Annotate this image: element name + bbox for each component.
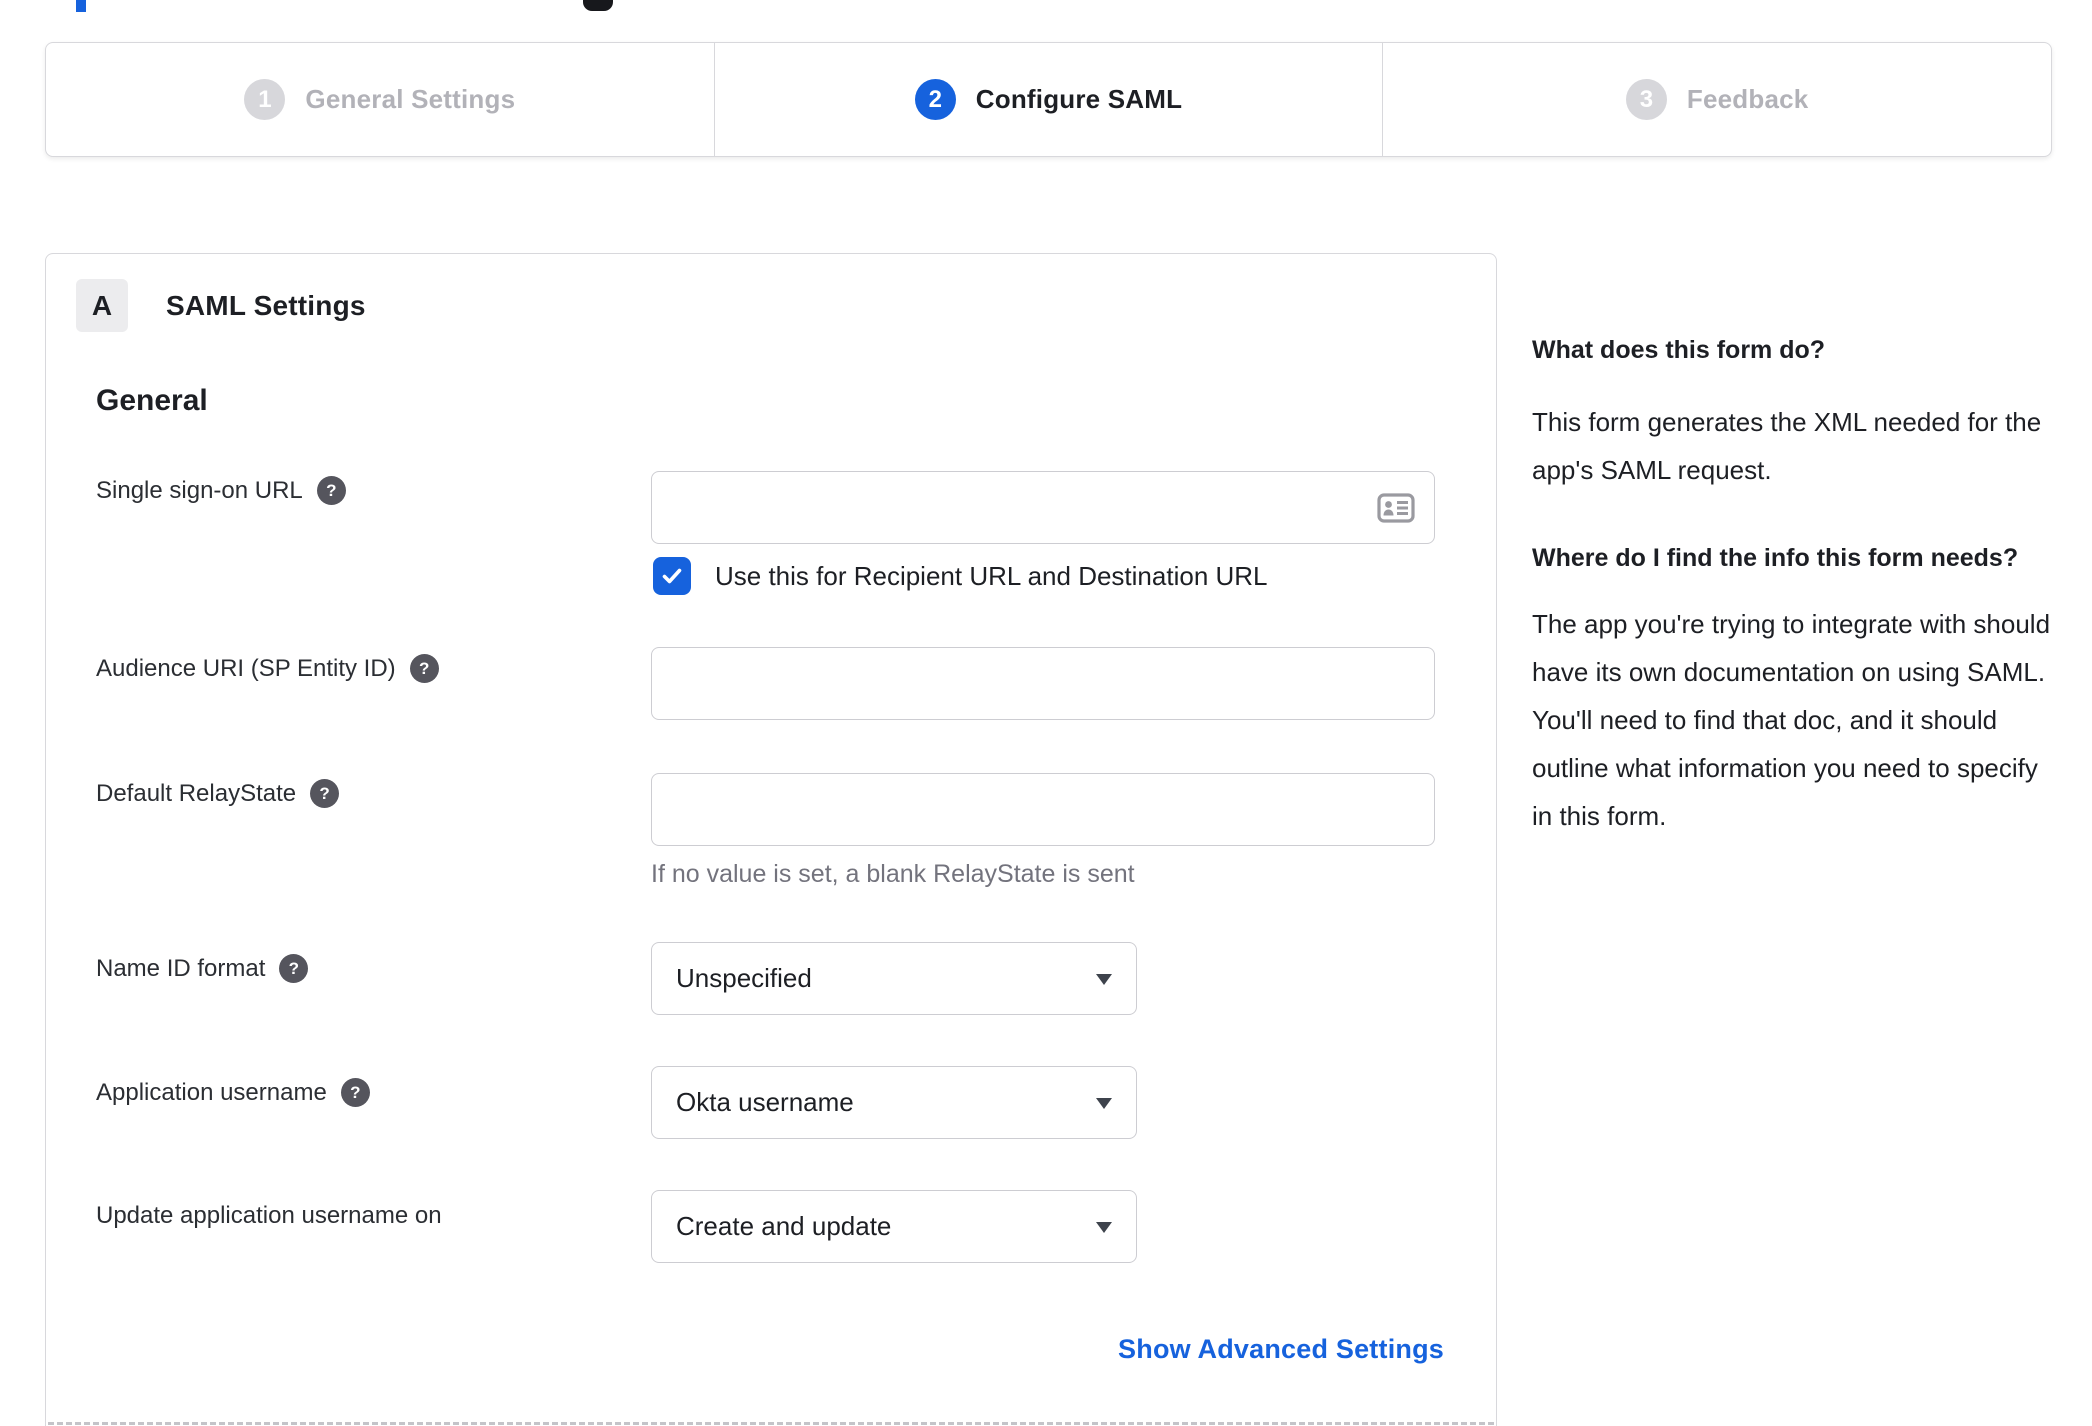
chevron-down-icon [1096, 974, 1112, 985]
name-id-format-select[interactable]: Unspecified [651, 942, 1137, 1015]
sidebar-heading-what: What does this form do? [1532, 336, 1826, 364]
single-sign-on-url-input[interactable] [651, 471, 1435, 544]
field-label-text: Default RelayState [96, 779, 297, 807]
chevron-down-icon [1096, 1222, 1112, 1233]
step-feedback: 3 Feedback [1383, 43, 2051, 156]
wizard-stepper: 1 General Settings 2 Configure SAML 3 Fe… [45, 42, 2052, 157]
field-label-text: Application username [96, 1078, 327, 1106]
step-3-label: Feedback [1686, 84, 1809, 114]
section-a-badge: A [76, 279, 128, 332]
help-icon[interactable]: ? [340, 1078, 370, 1107]
update-application-username-select[interactable]: Create and update [651, 1190, 1137, 1263]
recipient-url-checkbox-row: Use this for Recipient URL and Destinati… [653, 557, 1268, 595]
application-username-select[interactable]: Okta username [651, 1066, 1137, 1139]
general-section-heading: General [96, 384, 208, 417]
help-sidebar: What does this form do? This form genera… [1532, 330, 2060, 882]
relaystate-hint: If no value is set, a blank RelayState i… [651, 860, 1135, 888]
name-id-format-label: Name ID format ? [96, 954, 309, 983]
saml-settings-panel: A SAML Settings General Single sign-on U… [45, 253, 1497, 1426]
help-icon[interactable]: ? [316, 476, 346, 505]
saml-setup-page: 1 General Settings 2 Configure SAML 3 Fe… [0, 0, 2092, 1426]
step-3-number: 3 [1625, 79, 1667, 120]
single-sign-on-url-label: Single sign-on URL ? [96, 476, 346, 505]
select-value: Create and update [676, 1211, 892, 1241]
check-icon [662, 568, 682, 584]
step-configure-saml: 2 Configure SAML [715, 43, 1384, 156]
show-advanced-settings-link[interactable]: Show Advanced Settings [1118, 1334, 1444, 1365]
step-2-label: Configure SAML [975, 84, 1183, 114]
field-label-text: Audience URI (SP Entity ID) [96, 654, 396, 682]
step-1-number: 1 [244, 79, 286, 120]
chevron-down-icon [1096, 1098, 1112, 1109]
single-sign-on-url-field [651, 471, 1435, 544]
panel-title: SAML Settings [166, 290, 366, 321]
step-general-settings: 1 General Settings [46, 43, 715, 156]
default-relaystate-input[interactable] [651, 773, 1435, 846]
select-value: Unspecified [676, 963, 812, 993]
cropped-app-logo-fragment [583, 0, 613, 11]
audience-uri-label: Audience URI (SP Entity ID) ? [96, 654, 439, 683]
field-label-text: Update application username on [96, 1202, 442, 1229]
default-relaystate-label: Default RelayState ? [96, 779, 340, 808]
update-application-username-label: Update application username on [96, 1202, 442, 1230]
recipient-url-checkbox[interactable] [653, 557, 691, 595]
panel-dashed-separator [48, 1422, 1494, 1425]
field-label-text: Name ID format [96, 954, 266, 982]
contact-card-icon [1377, 493, 1415, 523]
audience-uri-input[interactable] [651, 647, 1435, 720]
cropped-blue-fragment [76, 0, 86, 12]
help-icon[interactable]: ? [279, 954, 309, 983]
step-2-number: 2 [914, 79, 956, 120]
sidebar-paragraph-where: The app you're trying to integrate with … [1532, 609, 2051, 831]
application-username-label: Application username ? [96, 1078, 370, 1107]
help-icon[interactable]: ? [310, 779, 340, 808]
recipient-url-checkbox-label: Use this for Recipient URL and Destinati… [715, 560, 1268, 591]
sidebar-paragraph-what: This form generates the XML needed for t… [1532, 407, 2042, 485]
step-1-label: General Settings [305, 84, 516, 114]
select-value: Okta username [676, 1087, 854, 1117]
sidebar-heading-where: Where do I find the info this form needs… [1532, 544, 2019, 572]
help-icon[interactable]: ? [409, 654, 439, 683]
field-label-text: Single sign-on URL [96, 476, 303, 504]
